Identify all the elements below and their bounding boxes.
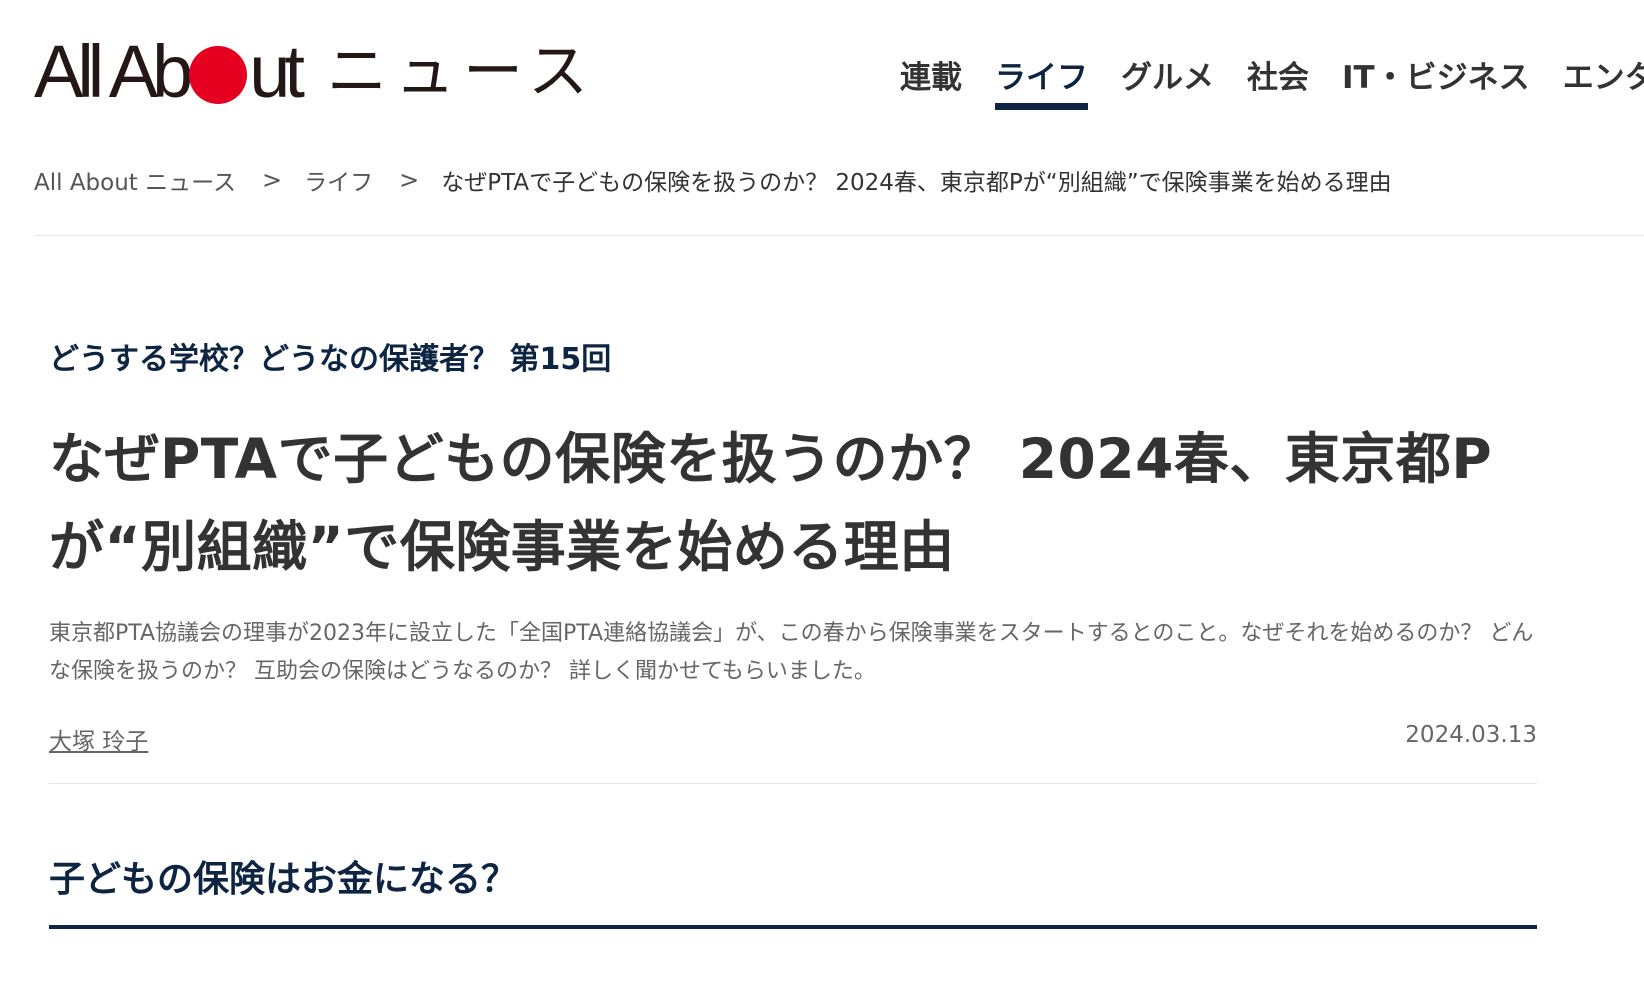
logo-mark: All Ab ut — [34, 30, 305, 113]
nav-item-life[interactable]: ライフ — [995, 56, 1088, 118]
breadcrumb-divider — [34, 235, 1644, 236]
breadcrumb: All About ニュース > ライフ > なぜPTAで子どもの保険を扱うのか… — [34, 163, 1392, 197]
nav-item-gourmet[interactable]: グルメ — [1121, 56, 1214, 118]
section-heading: 子どもの保険はお金になる？ — [49, 859, 518, 900]
section-heading-rule — [49, 925, 1537, 929]
site-header: All Ab ut ニュース 連載 ライフ グルメ 社会 IT・ビジネス エンタ — [0, 0, 1644, 125]
logo-red-dot — [189, 46, 248, 104]
publish-date: 2024.03.13 — [1405, 722, 1537, 748]
breadcrumb-home[interactable]: All About ニュース — [34, 163, 236, 197]
nav-item-it-business[interactable]: IT・ビジネス — [1342, 56, 1530, 118]
logo-text-right: ut — [249, 30, 305, 113]
nav-item-society[interactable]: 社会 — [1247, 56, 1309, 118]
nav-item-series[interactable]: 連載 — [900, 56, 962, 118]
meta-divider — [49, 783, 1537, 784]
breadcrumb-separator-icon: > — [262, 166, 283, 194]
page: All Ab ut ニュース 連載 ライフ グルメ 社会 IT・ビジネス エンタ… — [0, 0, 1644, 996]
site-logo[interactable]: All Ab ut ニュース — [34, 30, 596, 113]
series-label[interactable]: どうする学校？どうなの保護者？ 第15回 — [49, 334, 611, 378]
article-lead: 東京都PTA協議会の理事が2023年に設立した「全国PTA連絡協議会」が、この春… — [49, 621, 1534, 684]
nav-item-entertainment[interactable]: エンタ — [1563, 56, 1644, 118]
global-nav: 連載 ライフ グルメ 社会 IT・ビジネス エンタ — [900, 56, 1644, 118]
breadcrumb-category[interactable]: ライフ — [304, 163, 373, 197]
breadcrumb-current: なぜPTAで子どもの保険を扱うのか？ 2024春、東京都Pが“別組織”で保険事業… — [441, 170, 1392, 196]
logo-subtitle: ニュース — [326, 37, 596, 107]
author-link[interactable]: 大塚 玲子 — [49, 722, 148, 756]
breadcrumb-separator-icon: > — [399, 166, 420, 194]
article-title: なぜPTAで子どもの保険を扱うのか？ 2024春、東京都Pが“別組織”で保険事業… — [49, 427, 1493, 579]
logo-text-left: All Ab — [34, 30, 193, 113]
